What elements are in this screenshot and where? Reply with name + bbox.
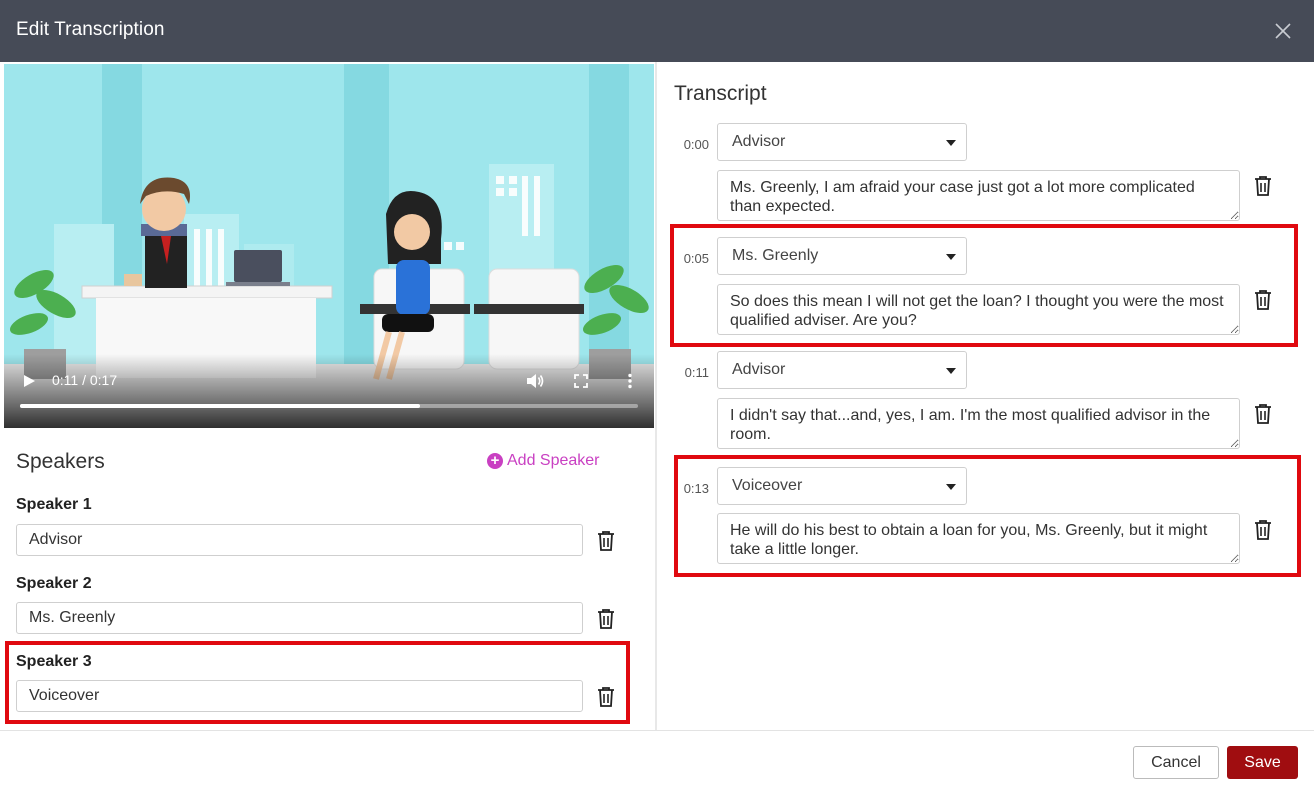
entry-1-speaker-value: Advisor bbox=[732, 133, 786, 150]
entry-3-speaker-select[interactable]: Advisor bbox=[717, 351, 967, 389]
play-icon[interactable] bbox=[22, 374, 36, 388]
highlight-box-entry-4 bbox=[674, 455, 1301, 577]
chevron-down-icon bbox=[946, 140, 956, 146]
trash-icon[interactable] bbox=[596, 608, 616, 630]
speakers-heading: Speakers bbox=[16, 450, 105, 473]
add-speaker-label: Add Speaker bbox=[507, 452, 600, 469]
dialog-footer: Cancel Save bbox=[0, 730, 1314, 794]
add-speaker-button[interactable]: + Add Speaker bbox=[487, 452, 600, 470]
dialog-title: Edit Transcription bbox=[16, 19, 165, 40]
plus-circle-icon: + bbox=[487, 453, 503, 469]
chevron-down-icon bbox=[946, 368, 956, 374]
cancel-button[interactable]: Cancel bbox=[1133, 746, 1219, 779]
video-player[interactable]: 0:11 / 0:17 bbox=[4, 64, 654, 428]
speaker-2-label: Speaker 2 bbox=[16, 575, 92, 592]
trash-icon[interactable] bbox=[1253, 175, 1273, 197]
video-time-readout: 0:11 / 0:17 bbox=[52, 372, 118, 388]
volume-icon[interactable] bbox=[526, 373, 544, 389]
video-progress-bar[interactable] bbox=[20, 404, 638, 408]
panel-divider bbox=[655, 62, 657, 730]
speaker-1-input[interactable] bbox=[16, 524, 583, 556]
entry-1-speaker-select[interactable]: Advisor bbox=[717, 123, 967, 161]
close-icon[interactable] bbox=[1272, 20, 1294, 42]
transcript-heading: Transcript bbox=[674, 82, 767, 105]
entry-3-timestamp: 0:11 bbox=[684, 365, 709, 380]
left-panel: 0:11 / 0:17 Speakers + Add Speaker Speak… bbox=[0, 62, 655, 730]
highlight-box-entry-2 bbox=[670, 224, 1298, 347]
entry-3-text[interactable]: I didn't say that...and, yes, I am. I'm … bbox=[717, 398, 1240, 449]
entry-1-text[interactable]: Ms. Greenly, I am afraid your case just … bbox=[717, 170, 1240, 221]
more-vertical-icon[interactable] bbox=[626, 373, 634, 389]
fullscreen-icon[interactable] bbox=[574, 374, 588, 388]
dialog-header: Edit Transcription bbox=[0, 0, 1314, 62]
save-button[interactable]: Save bbox=[1227, 746, 1298, 779]
video-controls: 0:11 / 0:17 bbox=[4, 354, 654, 428]
trash-icon[interactable] bbox=[596, 530, 616, 552]
highlight-box-speaker-3 bbox=[5, 641, 630, 724]
trash-icon[interactable] bbox=[1253, 403, 1273, 425]
video-progress-fill bbox=[20, 404, 420, 408]
entry-1-timestamp: 0:00 bbox=[683, 137, 709, 152]
speaker-2-input[interactable] bbox=[16, 602, 583, 634]
entry-3-speaker-value: Advisor bbox=[732, 361, 786, 378]
speaker-1-label: Speaker 1 bbox=[16, 496, 92, 513]
